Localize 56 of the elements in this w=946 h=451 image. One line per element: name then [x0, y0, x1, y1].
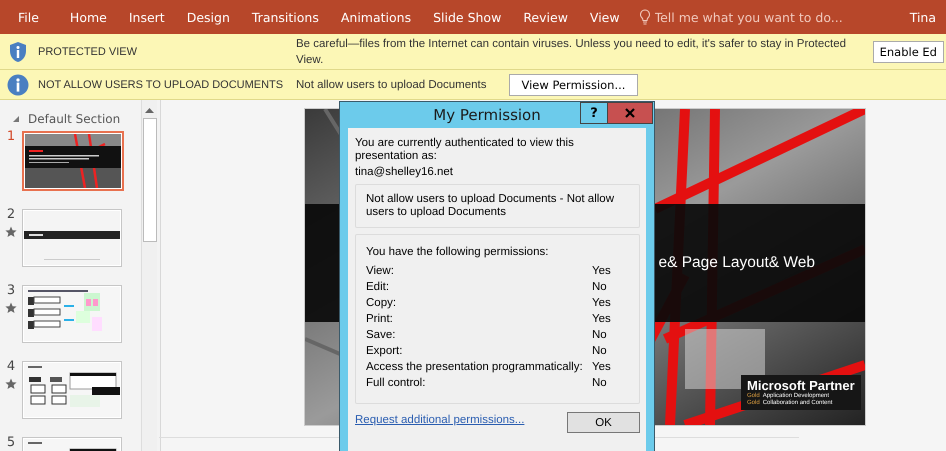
ok-button[interactable]: OK — [567, 412, 640, 433]
slide-number: 2 — [6, 209, 16, 221]
slide-number: 4 — [6, 361, 16, 373]
ribbon-tab[interactable]: Animations — [330, 10, 422, 24]
permission-name: Export: — [366, 344, 404, 359]
ribbon-tab[interactable]: Insert — [118, 10, 176, 24]
permission-name: Edit: — [366, 280, 390, 295]
permission-name: View: — [366, 264, 395, 279]
permission-value: Yes — [592, 296, 611, 311]
tell-me-field[interactable]: Tell me what you want to do... — [638, 9, 869, 25]
permission-name: Full control: — [366, 376, 426, 391]
message-text: Not allow users to upload Documents — [296, 78, 486, 92]
file-tab[interactable]: File — [0, 10, 59, 24]
scroll-thumb[interactable] — [142, 118, 156, 242]
ribbon-tab[interactable]: Transitions — [240, 10, 330, 24]
slide-title: e& Page Layout& Web — [658, 254, 815, 272]
permission-value: Yes — [592, 312, 611, 327]
permission-name: Print: — [366, 312, 394, 327]
ribbon-tab[interactable]: Design — [176, 10, 241, 24]
user-name[interactable]: Tina — [910, 10, 946, 24]
ribbon-tab[interactable]: Slide Show — [422, 10, 512, 24]
close-button[interactable] — [607, 102, 653, 124]
message-title: PROTECTED VIEW — [37, 46, 138, 58]
partner-title: Microsoft Partner — [747, 378, 855, 393]
slide-number: 1 — [6, 131, 16, 143]
help-button[interactable]: ? — [580, 102, 608, 124]
permission-name: Save: — [366, 328, 396, 343]
permission-value: Yes — [592, 264, 611, 279]
message-title: NOT ALLOW USERS TO UPLOAD DOCUMENTS — [37, 78, 284, 90]
request-permissions-link[interactable]: Request additional permissions... — [355, 414, 524, 426]
authentication-text: You are currently authenticated to view this presentation as: — [355, 137, 575, 163]
info-icon — [7, 74, 29, 96]
dialog-title: My Permission — [433, 106, 541, 124]
section-header[interactable]: Default Section — [0, 112, 141, 126]
permission-value: No — [592, 328, 607, 343]
ribbon-tab[interactable]: Home — [58, 10, 118, 24]
permission-value: No — [592, 376, 607, 391]
permission-name: Copy: — [366, 296, 398, 311]
message-button[interactable]: View Permission... — [508, 74, 638, 96]
slide-number: 5 — [6, 437, 16, 449]
close-icon — [625, 108, 635, 118]
permission-value: No — [592, 280, 607, 295]
permission-name: Access the presentation programmatically: — [366, 360, 584, 375]
permission-value: No — [592, 344, 607, 359]
shield-info-icon — [9, 40, 27, 62]
slide-number: 3 — [6, 285, 16, 297]
permission-value: Yes — [592, 360, 611, 375]
permissions-heading: You have the following permissions: — [366, 246, 550, 258]
policy-description: Not allow users to upload Documents - Not allow users to upload Documents — [366, 193, 616, 219]
message-button[interactable]: Enable Ed — [872, 40, 944, 62]
lightbulb-icon — [638, 9, 651, 25]
ribbon-tab[interactable]: View — [578, 10, 631, 24]
account-email: tina@shelley16.net — [355, 166, 454, 178]
scrollbar[interactable] — [141, 100, 157, 451]
message-text: Be careful—files from the Internet can contain viruses. Unless you need to edit, it's safer to stay in Protected View. — [296, 36, 847, 68]
ribbon-tab[interactable]: Review — [512, 10, 579, 24]
